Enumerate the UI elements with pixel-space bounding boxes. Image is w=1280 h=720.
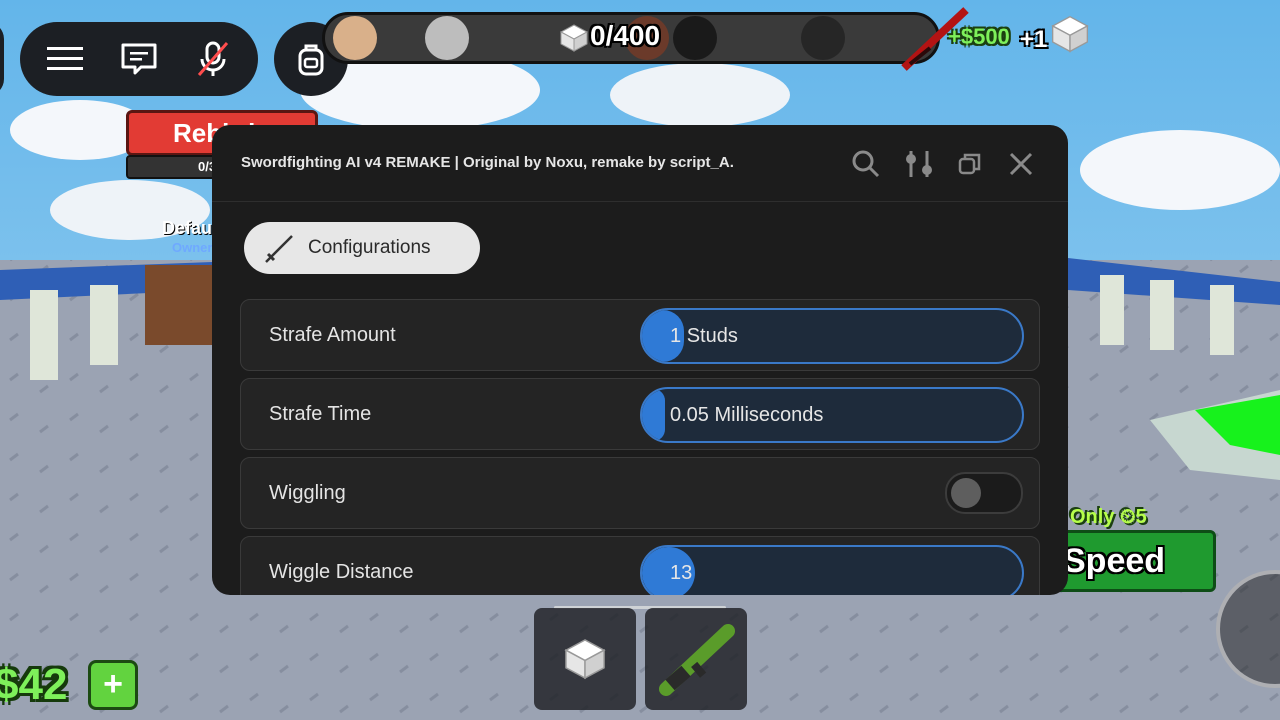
close-icon xyxy=(1009,152,1033,176)
minimize-icon xyxy=(958,153,981,175)
setting-label: Strafe Time xyxy=(269,403,372,425)
cash-amount: $42 xyxy=(0,660,68,709)
cube-icon xyxy=(564,639,606,680)
rocket-launcher-icon xyxy=(659,624,735,696)
coin-counter: 0/400 xyxy=(590,20,661,51)
settings-icon xyxy=(906,151,932,177)
header-divider xyxy=(212,201,1068,202)
minimize-button[interactable] xyxy=(953,147,987,181)
player-avatar[interactable] xyxy=(425,16,469,60)
owner-tag: Owner xyxy=(172,240,213,255)
player-avatar[interactable] xyxy=(673,16,717,60)
tab-label: Configurations xyxy=(308,237,431,258)
tab-configurations[interactable]: Configurations xyxy=(244,222,480,274)
cube-icon xyxy=(1051,15,1089,53)
slider-value: 1 Studs xyxy=(670,325,738,347)
player-avatar[interactable] xyxy=(801,16,845,60)
chat-icon xyxy=(121,43,157,75)
hotbar-slot-cube[interactable] xyxy=(534,608,636,710)
menu-button[interactable] xyxy=(40,34,90,84)
setting-row-wiggle-distance: Wiggle Distance 13 xyxy=(240,536,1040,595)
setting-row-strafe-amount: Strafe Amount 1 Studs xyxy=(240,299,1040,371)
setting-label: Wiggling xyxy=(269,482,346,504)
slider-value: 0.05 Milliseconds xyxy=(670,404,824,426)
strafe-amount-slider[interactable]: 1 Studs xyxy=(640,308,1024,364)
mic-button[interactable] xyxy=(188,34,238,84)
setting-row-wiggling: Wiggling xyxy=(240,457,1040,529)
strafe-time-slider[interactable]: 0.05 Milliseconds xyxy=(640,387,1024,443)
money-reward: +$500 xyxy=(948,24,1010,49)
wiggling-toggle[interactable] xyxy=(945,472,1023,514)
setting-label: Strafe Amount xyxy=(269,324,396,346)
menu-icon xyxy=(47,47,83,70)
script-window: Swordfighting AI v4 REMAKE | Original by… xyxy=(212,125,1068,595)
setting-label: Wiggle Distance xyxy=(269,561,414,583)
settings-button[interactable] xyxy=(902,147,936,181)
slider-fill xyxy=(642,389,665,441)
mic-muted-icon xyxy=(197,41,229,76)
player-avatar[interactable] xyxy=(333,16,377,60)
roblox-topbar xyxy=(20,22,258,96)
search-icon xyxy=(852,150,880,178)
only-label: Only ⏲5 xyxy=(1070,506,1147,528)
cube-icon xyxy=(559,24,589,52)
cube-reward: +1 xyxy=(1020,26,1048,53)
hotbar-slot-launcher[interactable] xyxy=(645,608,747,710)
close-button[interactable] xyxy=(1004,147,1038,181)
sword-icon xyxy=(265,235,293,263)
toggle-knob xyxy=(951,478,981,508)
slider-value: 13 xyxy=(670,562,693,584)
window-title: Swordfighting AI v4 REMAKE | Original by… xyxy=(241,154,734,171)
setting-row-strafe-time: Strafe Time 0.05 Milliseconds xyxy=(240,378,1040,450)
chat-button[interactable] xyxy=(114,34,164,84)
wiggle-distance-slider[interactable]: 13 xyxy=(640,545,1024,595)
search-button[interactable] xyxy=(849,147,883,181)
add-cash-button[interactable]: + xyxy=(88,660,138,710)
